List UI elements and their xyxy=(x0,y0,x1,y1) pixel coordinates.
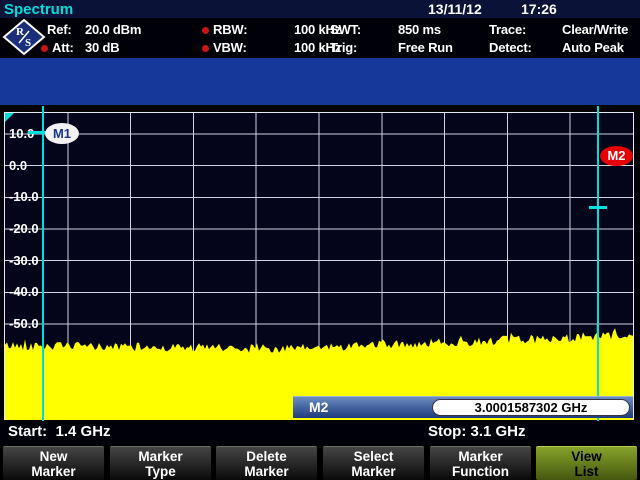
marker2-line[interactable] xyxy=(597,106,599,421)
softkey-label: Type xyxy=(145,464,176,479)
svg-text:S: S xyxy=(25,37,31,49)
frequency-footer: Start: 1.4 GHz Stop: 3.1 GHz xyxy=(0,420,640,445)
rs-logo-icon: R S xyxy=(2,18,46,58)
y-tick-m10: -10.0 xyxy=(9,189,39,204)
marker-info-bar: C 1.5025394652 GHz M1 1.502539683 GHz 10… xyxy=(0,58,640,105)
y-tick-m30: -30.0 xyxy=(9,253,39,268)
att-coupled-dot-icon xyxy=(41,45,48,52)
trace-corner-wedge-icon xyxy=(5,113,14,122)
att-label: Att: xyxy=(52,39,74,57)
softkey-label: Marker xyxy=(138,449,182,464)
marker-frequency-input[interactable]: 3.0001587302 GHz xyxy=(432,399,630,416)
y-tick-0: 0.0 xyxy=(9,158,27,173)
y-tick-m40: -40.0 xyxy=(9,284,39,299)
softkey-label: Marker xyxy=(31,464,75,479)
swt-value: 850 ms xyxy=(398,21,441,39)
softkey-label: Marker xyxy=(458,449,502,464)
trig-label: Trig: xyxy=(330,39,357,57)
trace-label: Trace: xyxy=(489,21,526,39)
softkey-marker-function[interactable]: Marker Function xyxy=(430,446,531,480)
spectrum-analyzer-screen: Spectrum 13/11/12 17:26 R S Ref: 20.0 dB… xyxy=(0,0,640,480)
softkey-label: New xyxy=(40,449,68,464)
title-bar: Spectrum 13/11/12 17:26 xyxy=(0,0,640,18)
overlay-marker-label: M2 xyxy=(309,397,328,417)
ref-label: Ref: xyxy=(47,21,71,39)
softkey-label: View xyxy=(571,449,602,464)
vbw-coupled-dot-icon xyxy=(202,45,209,52)
softkey-label: Delete xyxy=(246,449,287,464)
date-label: 13/11/12 xyxy=(428,1,482,17)
y-tick-m50: -50.0 xyxy=(9,316,39,331)
trace-plot xyxy=(5,113,633,421)
softkey-label: Marker xyxy=(244,464,288,479)
softkey-view-list-active[interactable]: View List xyxy=(536,446,637,480)
detect-value: Auto Peak xyxy=(562,39,624,57)
softkey-label: Select xyxy=(354,449,394,464)
mode-title: Spectrum xyxy=(4,1,73,18)
detect-label: Detect: xyxy=(489,39,532,57)
rbw-coupled-dot-icon xyxy=(202,27,209,34)
marker-entry-overlay: M2 3.0001587302 GHz xyxy=(293,396,633,418)
softkey-marker-type[interactable]: Marker Type xyxy=(110,446,211,480)
softkey-label: Function xyxy=(452,464,509,479)
softkey-select-marker[interactable]: Select Marker xyxy=(323,446,424,480)
att-value: 30 dB xyxy=(85,39,119,57)
start-frequency-label: Start: 1.4 GHz xyxy=(8,423,111,440)
trig-value: Free Run xyxy=(398,39,453,57)
softkey-delete-marker[interactable]: Delete Marker xyxy=(216,446,317,480)
ref-value: 20.0 dBm xyxy=(85,21,141,39)
rbw-label: RBW: xyxy=(213,21,247,39)
stop-frequency-label: Stop: 3.1 GHz xyxy=(428,423,526,440)
time-label: 17:26 xyxy=(521,1,557,17)
softkey-new-marker[interactable]: New Marker xyxy=(3,446,104,480)
vbw-label: VBW: xyxy=(213,39,247,57)
marker1-graph-badge: M1 xyxy=(45,123,79,144)
y-tick-m20: -20.0 xyxy=(9,221,39,236)
trace-value: Clear/Write xyxy=(562,21,628,39)
marker2-level-dash xyxy=(589,206,607,209)
softkey-label: Marker xyxy=(351,464,395,479)
marker1-line[interactable] xyxy=(42,106,44,421)
settings-header: R S Ref: 20.0 dBm Att: 30 dB RBW: 100 kH… xyxy=(0,18,640,58)
svg-text:R: R xyxy=(16,26,25,38)
softkey-label: List xyxy=(574,464,598,479)
softkey-bar: New Marker Marker Type Delete Marker Sel… xyxy=(0,445,640,480)
spectrum-trace-display: 10.0 0.0 -10.0 -20.0 -30.0 -40.0 -50.0 M… xyxy=(4,112,634,421)
swt-label: SWT: xyxy=(330,21,361,39)
marker2-graph-badge: M2 xyxy=(600,146,633,166)
